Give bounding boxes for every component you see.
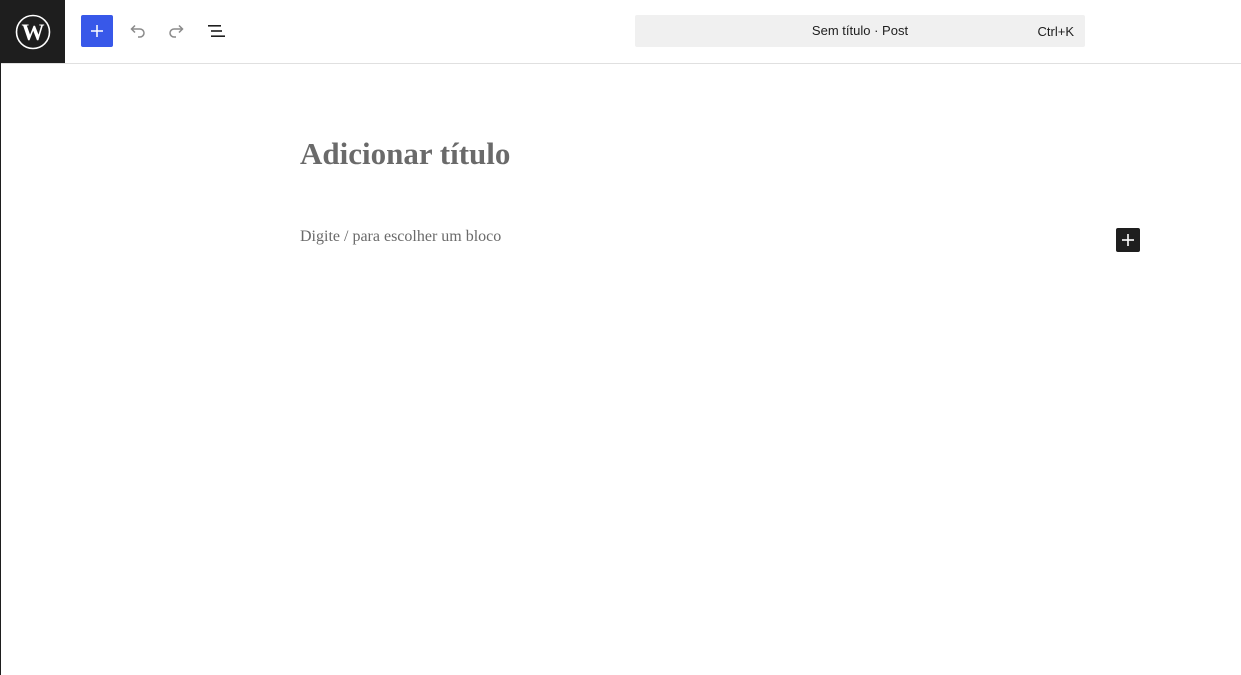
undo-button[interactable] bbox=[121, 15, 153, 47]
plus-icon bbox=[1122, 234, 1134, 246]
document-title-bar: Sem título · Post bbox=[635, 15, 1085, 47]
add-block-button[interactable] bbox=[1116, 228, 1140, 252]
post-type-label: Post bbox=[882, 23, 909, 38]
post-title-input[interactable]: Adicionar título bbox=[300, 134, 510, 174]
editor-window: W Sem título · Post Ctrl+K Adicionar tít… bbox=[0, 0, 1241, 675]
command-palette-bar[interactable]: Sem título · Post Ctrl+K bbox=[635, 15, 1085, 47]
redo-button[interactable] bbox=[161, 15, 193, 47]
undo-icon bbox=[130, 24, 145, 38]
svg-text:W: W bbox=[22, 20, 45, 45]
command-shortcut-hint: Ctrl+K bbox=[1037, 24, 1074, 39]
wordpress-logo-button[interactable]: W bbox=[1, 0, 65, 63]
block-inserter-toggle-button[interactable] bbox=[81, 15, 113, 47]
title-separator: · bbox=[874, 23, 879, 38]
document-title: Sem título bbox=[811, 23, 871, 38]
block-placeholder-paragraph[interactable]: Digite / para escolher um bloco bbox=[300, 227, 501, 247]
redo-icon bbox=[169, 24, 184, 38]
document-overview-button[interactable] bbox=[201, 15, 233, 47]
editor-header: W Sem título · Post Ctrl+K bbox=[1, 0, 1241, 64]
plus-icon bbox=[91, 25, 103, 37]
wordpress-logo-icon: W bbox=[15, 14, 51, 49]
list-view-icon bbox=[208, 25, 225, 37]
